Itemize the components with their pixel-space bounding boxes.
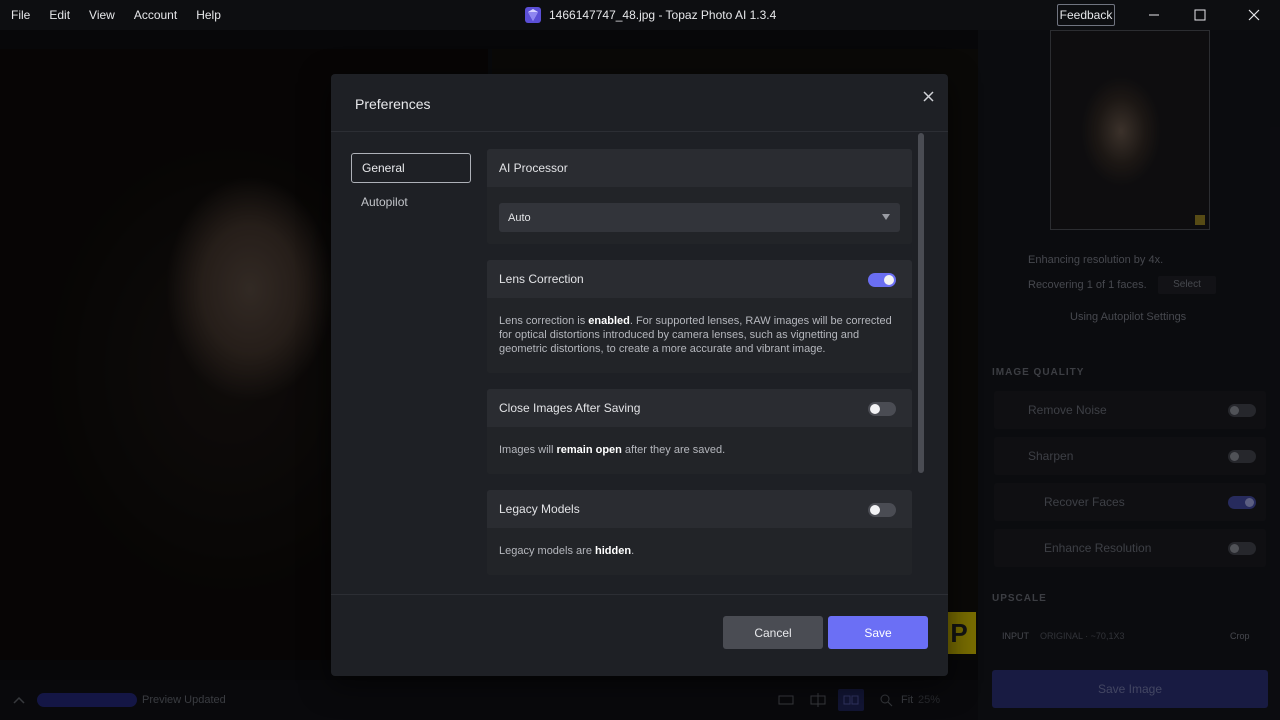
maximize-button[interactable] <box>1177 0 1223 30</box>
minimize-button[interactable] <box>1131 0 1177 30</box>
lens-correction-header: Lens Correction <box>487 260 912 298</box>
ai-processor-title: AI Processor <box>487 149 912 187</box>
app-window: File Edit View Account Help 1466147747_4… <box>0 0 1280 720</box>
dialog-header: Preferences <box>331 74 948 132</box>
legacy-models-header: Legacy Models <box>487 490 912 528</box>
close-window-button[interactable] <box>1231 0 1277 30</box>
close-icon <box>922 90 934 102</box>
close-desc-bold: remain open <box>556 444 622 456</box>
dialog-footer: Cancel Save <box>331 594 948 676</box>
menu-help[interactable]: Help <box>196 8 221 22</box>
lens-correction-description: Lens correction is enabled. For supporte… <box>487 298 912 373</box>
menu-file[interactable]: File <box>11 8 30 22</box>
close-desc-post: after they are saved. <box>621 444 726 456</box>
preferences-dialog: Preferences General Autopilot AI Process… <box>331 74 948 676</box>
menu-bar: File Edit View Account Help <box>0 0 240 30</box>
menu-edit[interactable]: Edit <box>49 8 70 22</box>
legacy-desc-bold: hidden <box>595 545 632 557</box>
window-title: 1466147747_48.jpg - Topaz Photo AI 1.3.4 <box>524 0 776 30</box>
window-title-text: 1466147747_48.jpg - Topaz Photo AI 1.3.4 <box>549 8 777 22</box>
lens-desc-pre: Lens correction is <box>499 315 589 327</box>
close-images-header: Close Images After Saving <box>487 389 912 427</box>
legacy-desc-post: . <box>631 545 635 557</box>
save-button[interactable]: Save <box>828 616 928 649</box>
legacy-models-description: Legacy models are hidden. <box>487 528 912 575</box>
ai-processor-body: Auto <box>487 187 912 244</box>
minimize-icon <box>1149 14 1159 16</box>
legacy-models-card: Legacy Models Legacy models are hidden. <box>487 490 912 575</box>
preferences-nav: General Autopilot <box>351 153 471 221</box>
dialog-title: Preferences <box>355 96 431 112</box>
lens-desc-bold: enabled <box>588 315 630 327</box>
lens-correction-toggle[interactable] <box>868 273 896 287</box>
close-images-title: Close Images After Saving <box>499 401 641 415</box>
close-images-toggle[interactable] <box>868 402 896 416</box>
maximize-icon <box>1194 9 1206 21</box>
lens-correction-title: Lens Correction <box>499 272 584 286</box>
preferences-content[interactable]: AI Processor Auto Lens Correction Lens c… <box>487 149 912 594</box>
ai-processor-value: Auto <box>508 211 531 224</box>
feedback-button[interactable]: Feedback <box>1057 4 1115 26</box>
close-icon <box>1248 9 1260 21</box>
ai-processor-select[interactable]: Auto <box>499 203 900 232</box>
content-scrollbar[interactable] <box>918 133 924 473</box>
close-images-description: Images will remain open after they are s… <box>487 427 912 474</box>
title-bar: File Edit View Account Help 1466147747_4… <box>0 0 1280 30</box>
menu-view[interactable]: View <box>89 8 115 22</box>
legacy-models-toggle[interactable] <box>868 503 896 517</box>
nav-autopilot[interactable]: Autopilot <box>351 187 471 217</box>
menu-account[interactable]: Account <box>134 8 177 22</box>
caret-down-icon <box>882 214 890 220</box>
close-desc-pre: Images will <box>499 444 557 456</box>
close-images-card: Close Images After Saving Images will re… <box>487 389 912 474</box>
ai-processor-card: AI Processor Auto <box>487 149 912 244</box>
legacy-desc-pre: Legacy models are <box>499 545 595 557</box>
legacy-models-title: Legacy Models <box>499 502 580 516</box>
dialog-close-button[interactable] <box>919 87 937 105</box>
topaz-logo-icon <box>525 7 541 23</box>
cancel-button[interactable]: Cancel <box>723 616 823 649</box>
nav-general[interactable]: General <box>351 153 471 183</box>
lens-correction-card: Lens Correction Lens correction is enabl… <box>487 260 912 373</box>
